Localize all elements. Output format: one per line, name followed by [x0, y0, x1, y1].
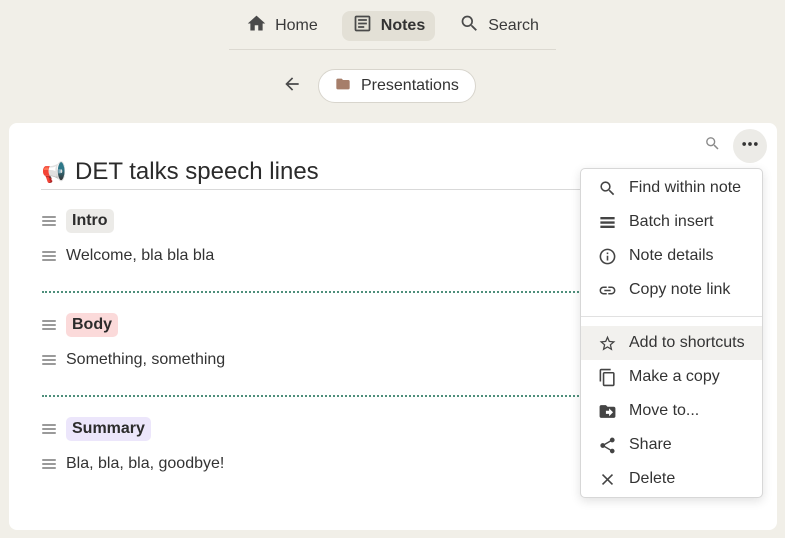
- menu-item-label: Note details: [629, 247, 714, 264]
- menu-item-move-to[interactable]: Move to...: [581, 394, 762, 428]
- menu-item-label: Copy note link: [629, 281, 731, 298]
- move-folder-icon: [596, 400, 618, 422]
- section-tag: Body: [66, 313, 118, 337]
- menu-item-note-details[interactable]: Note details: [581, 239, 762, 273]
- menu-item-batch-insert[interactable]: Batch insert: [581, 205, 762, 239]
- nav-search-label: Search: [488, 17, 539, 34]
- breadcrumb: Presentations: [280, 69, 476, 103]
- list-item[interactable]: Body: [42, 313, 118, 337]
- menu-item-label: Make a copy: [629, 368, 720, 385]
- menu-item-make-a-copy[interactable]: Make a copy: [581, 360, 762, 394]
- folder-icon: [335, 76, 351, 97]
- drag-handle-icon[interactable]: [42, 320, 56, 330]
- link-icon: [596, 279, 618, 301]
- menu-item-label: Add to shortcuts: [629, 334, 745, 351]
- top-nav: Home Notes Search: [229, 11, 556, 50]
- menu-item-label: Delete: [629, 470, 676, 487]
- card-tools: [704, 129, 767, 163]
- menu-item-label: Move to...: [629, 402, 700, 419]
- megaphone-icon: 📢: [41, 161, 67, 184]
- nav-notes[interactable]: Notes: [341, 11, 436, 41]
- list-item[interactable]: Welcome, bla bla bla: [42, 247, 214, 265]
- find-in-note-button[interactable]: [704, 135, 721, 157]
- section-tag: Intro: [66, 209, 114, 233]
- search-icon: [704, 137, 721, 156]
- search-icon: [596, 177, 618, 199]
- section-divider: [42, 291, 582, 293]
- menu-item-label: Batch insert: [629, 213, 714, 230]
- nav-home[interactable]: Home: [236, 11, 328, 41]
- copy-icon: [596, 366, 618, 388]
- note-options-menu: Find within note Batch insert Note detai…: [580, 168, 763, 498]
- menu-item-find-within-note[interactable]: Find within note: [581, 171, 762, 205]
- home-icon: [246, 13, 267, 39]
- menu-item-copy-note-link[interactable]: Copy note link: [581, 273, 762, 307]
- more-horizontal-icon: [740, 134, 760, 159]
- folder-label: Presentations: [361, 77, 459, 94]
- more-options-button[interactable]: [733, 129, 767, 163]
- drag-handle-icon[interactable]: [42, 355, 56, 365]
- menu-item-delete[interactable]: Delete: [581, 462, 762, 496]
- folder-chip[interactable]: Presentations: [318, 69, 476, 103]
- note-title[interactable]: 📢 DET talks speech lines: [41, 155, 587, 190]
- menu-item-add-to-shortcuts[interactable]: Add to shortcuts: [581, 326, 762, 360]
- note-icon: [352, 13, 373, 39]
- drag-handle-icon[interactable]: [42, 216, 56, 226]
- list-item[interactable]: Summary: [42, 417, 151, 441]
- menu-item-share[interactable]: Share: [581, 428, 762, 462]
- nav-search[interactable]: Search: [449, 11, 549, 41]
- batch-insert-icon: [596, 211, 618, 233]
- menu-item-label: Find within note: [629, 179, 742, 196]
- menu-divider: [581, 316, 762, 317]
- line-text: Welcome, bla bla bla: [66, 247, 215, 264]
- back-button[interactable]: [280, 74, 304, 98]
- list-item[interactable]: Something, something: [42, 351, 225, 369]
- arrow-left-icon: [282, 74, 302, 99]
- drag-handle-icon[interactable]: [42, 251, 56, 261]
- drag-handle-icon[interactable]: [42, 459, 56, 469]
- share-icon: [596, 434, 618, 456]
- section-divider: [42, 395, 582, 397]
- menu-item-label: Share: [629, 436, 672, 453]
- search-icon: [459, 13, 480, 39]
- nav-notes-label: Notes: [380, 17, 426, 34]
- note-title-text: DET talks speech lines: [75, 158, 319, 185]
- line-text: Bla, bla, bla, goodbye!: [66, 455, 225, 472]
- line-text: Something, something: [66, 351, 226, 368]
- info-icon: [596, 245, 618, 267]
- star-icon: [596, 332, 618, 354]
- close-icon: [596, 468, 618, 490]
- list-item[interactable]: Bla, bla, bla, goodbye!: [42, 455, 224, 473]
- drag-handle-icon[interactable]: [42, 424, 56, 434]
- section-tag: Summary: [66, 417, 151, 441]
- nav-home-label: Home: [275, 17, 318, 34]
- list-item[interactable]: Intro: [42, 209, 114, 233]
